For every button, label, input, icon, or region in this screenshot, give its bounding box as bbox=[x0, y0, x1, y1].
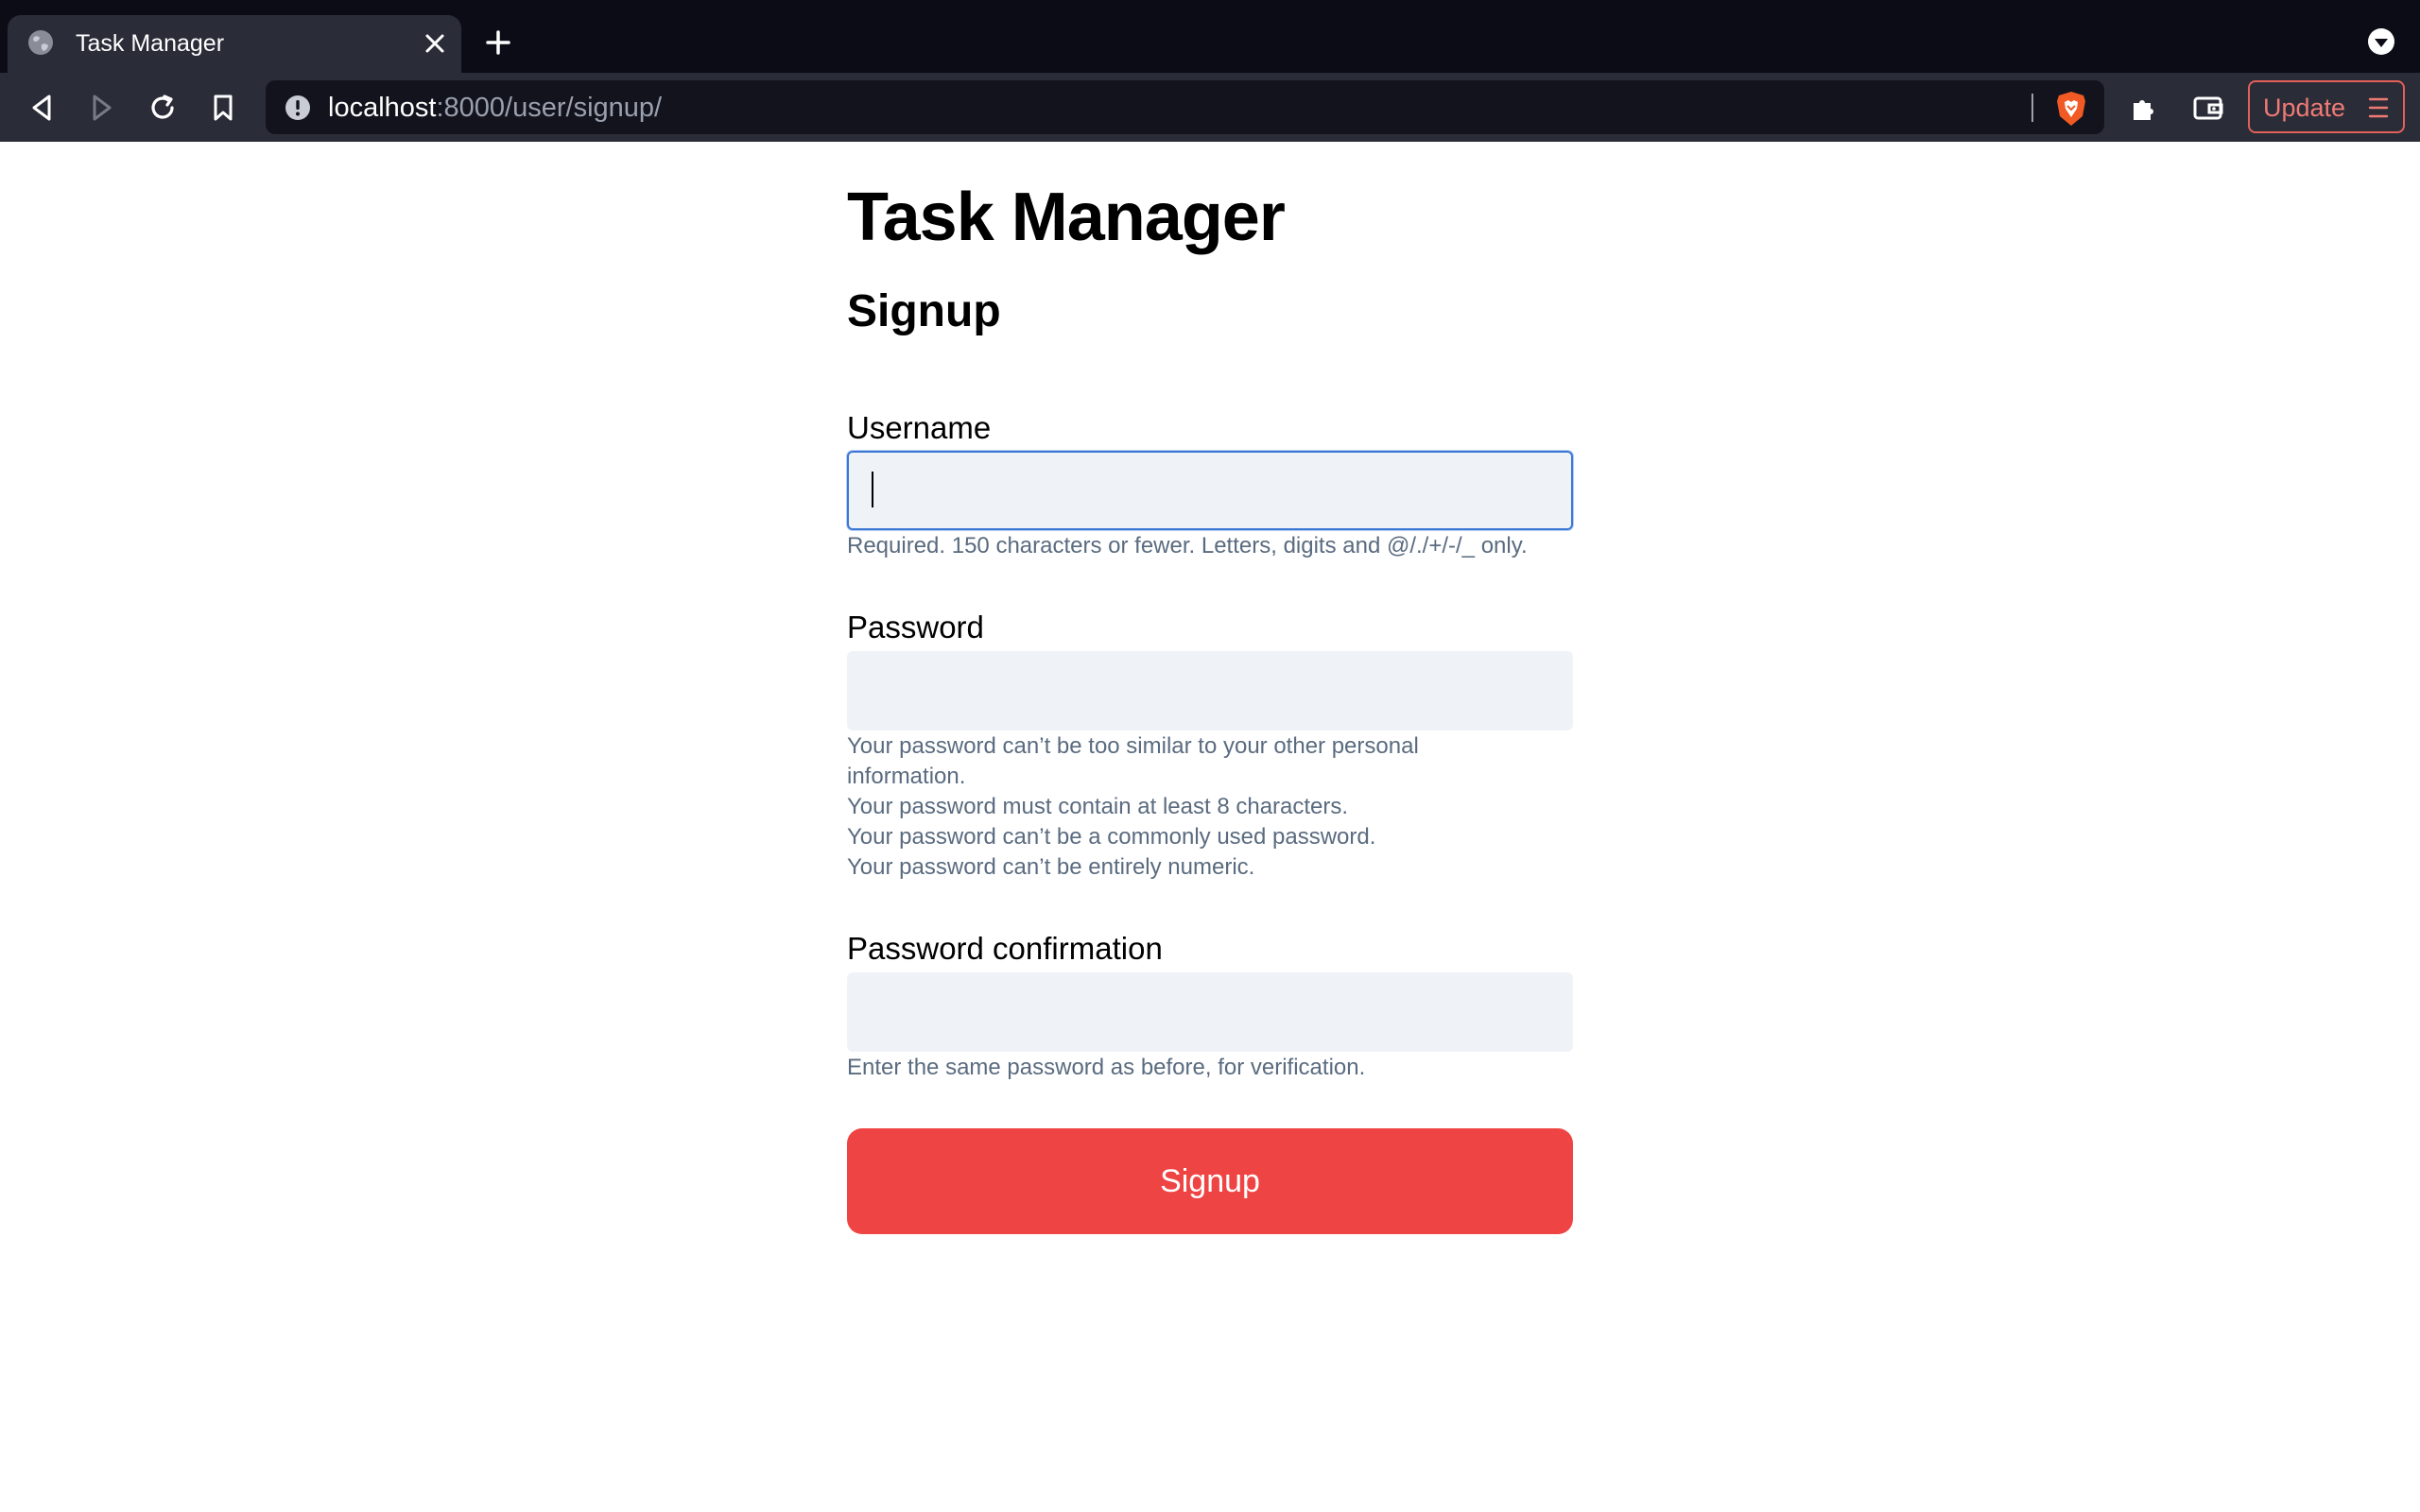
tab-title: Task Manager bbox=[76, 30, 225, 57]
password-confirmation-help-line: Enter the same password as before, for v… bbox=[847, 1055, 1366, 1080]
info-icon[interactable] bbox=[285, 94, 311, 121]
password-help-line: Your password can’t be a commonly used p… bbox=[847, 824, 1376, 850]
password-help-line: Your password must contain at least 8 ch… bbox=[847, 794, 1349, 819]
update-button[interactable]: Update bbox=[2248, 80, 2405, 133]
bookmark-icon[interactable] bbox=[202, 87, 244, 129]
hamburger-menu-icon bbox=[2368, 97, 2389, 118]
password-help-line: Your password can’t be too similar to yo… bbox=[847, 733, 1419, 789]
text-cursor bbox=[872, 472, 873, 507]
globe-icon bbox=[28, 30, 53, 55]
reload-icon[interactable] bbox=[142, 87, 183, 129]
username-help-line: Required. 150 characters or fewer. Lette… bbox=[847, 533, 1528, 558]
url-host: localhost bbox=[328, 93, 437, 123]
url-path: :8000/user/signup/ bbox=[436, 93, 663, 123]
address-divider bbox=[2031, 94, 2033, 122]
password-confirmation-input[interactable] bbox=[847, 972, 1573, 1052]
password-confirmation-label: Password confirmation bbox=[847, 931, 1163, 966]
browser-toolbar: localhost:8000/user/signup/ Update bbox=[0, 73, 2420, 142]
password-help-line: Your password can’t be entirely numeric. bbox=[847, 854, 1255, 880]
username-help: Required. 150 characters or fewer. Lette… bbox=[847, 531, 1573, 561]
url-text[interactable]: localhost:8000/user/signup/ bbox=[328, 92, 662, 124]
tab-search-dropdown-icon[interactable] bbox=[2367, 27, 2395, 56]
address-bar[interactable]: localhost:8000/user/signup/ bbox=[266, 80, 2104, 134]
password-label: Password bbox=[847, 610, 984, 644]
password-input[interactable] bbox=[847, 651, 1573, 730]
password-confirmation-help: Enter the same password as before, for v… bbox=[847, 1053, 1573, 1083]
close-tab-icon[interactable] bbox=[418, 26, 452, 60]
browser-tab[interactable]: Task Manager bbox=[8, 15, 461, 73]
signup-button-label: Signup bbox=[1160, 1163, 1260, 1199]
back-icon[interactable] bbox=[21, 87, 62, 129]
extensions-icon[interactable] bbox=[2123, 87, 2165, 129]
username-input[interactable] bbox=[847, 451, 1573, 530]
tab-strip: Task Manager bbox=[0, 0, 2420, 73]
signup-button[interactable]: Signup bbox=[847, 1128, 1573, 1234]
forward-icon[interactable] bbox=[81, 87, 123, 129]
new-tab-icon[interactable] bbox=[480, 25, 516, 60]
app-title: Task Manager bbox=[847, 180, 1286, 255]
update-label: Update bbox=[2263, 94, 2346, 122]
password-help: Your password can’t be too similar to yo… bbox=[847, 731, 1490, 883]
page-content: Task Manager Signup Username Required. 1… bbox=[0, 142, 2420, 1512]
wallet-icon[interactable] bbox=[2187, 87, 2229, 129]
username-label: Username bbox=[847, 410, 992, 445]
brave-shields-icon[interactable] bbox=[2054, 90, 2088, 128]
page-heading: Signup bbox=[847, 286, 1001, 336]
